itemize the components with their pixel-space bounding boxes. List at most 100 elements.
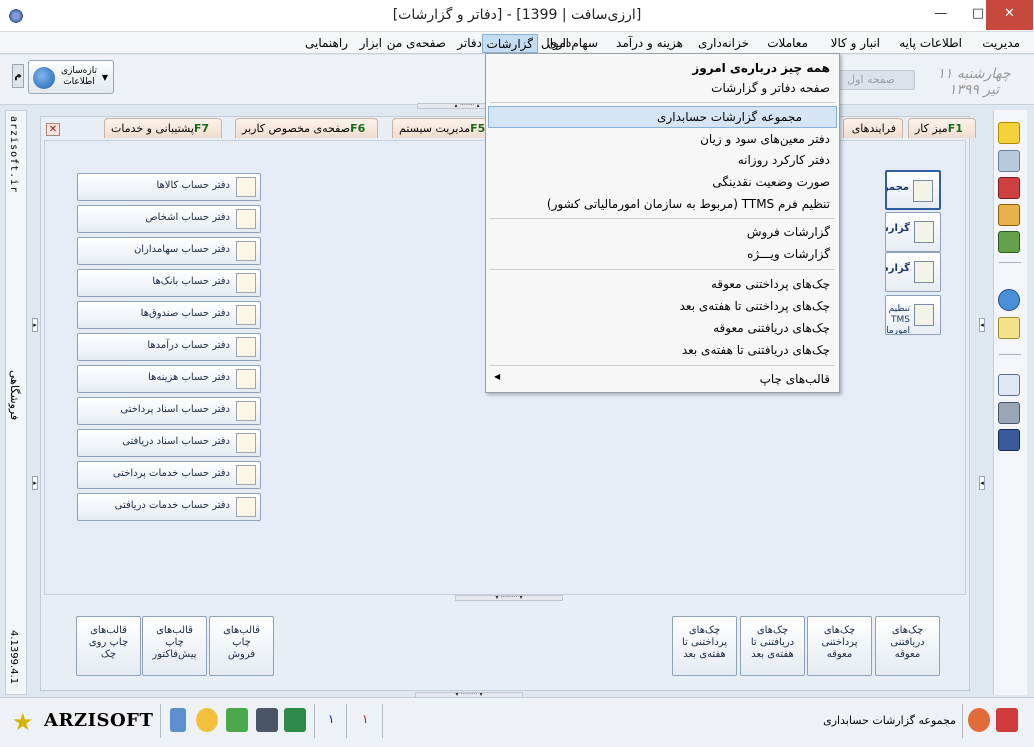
- menu-item-payable-cheques-overdue[interactable]: چک‌های پرداختنی معوقه: [516, 274, 836, 296]
- menu-my-page[interactable]: صفحه‌ی من: [383, 34, 450, 53]
- save-icon[interactable]: [998, 429, 1020, 451]
- close-button[interactable]: ✕: [986, 0, 1033, 30]
- box-icon[interactable]: [998, 177, 1020, 199]
- special-reports-button[interactable]: گزارشات وی: [885, 252, 941, 292]
- status-separator-2: [314, 704, 315, 738]
- add-person-icon[interactable]: [998, 150, 1020, 172]
- tab-desktop[interactable]: F1میز کار: [908, 118, 976, 138]
- m-button[interactable]: م: [12, 64, 24, 88]
- ledger-goods-button[interactable]: دفتر حساب کالاها: [77, 173, 261, 201]
- ledger-shareholders-label: دفتر حساب سهامداران: [133, 244, 230, 255]
- clock-icon[interactable]: [196, 708, 218, 732]
- right-collapse-arrow[interactable]: ◂: [979, 318, 985, 332]
- ledger-received-services-button[interactable]: دفتر حساب خدمات دریافتی: [77, 493, 261, 521]
- payable-cheques-overdue-button[interactable]: چک‌های پرداختنی معوقه: [807, 616, 872, 676]
- first-page-button[interactable]: صفحه اول: [827, 70, 915, 90]
- sync-icon: [33, 67, 55, 89]
- reports-dropdown-menu: همه چیز درباره‌ی امروز صفحه دفاتر و گزار…: [485, 53, 840, 393]
- tab-support[interactable]: F7پشتیبانی و خدمات: [104, 118, 223, 138]
- tms-form-label: تنظیم فرم TMS امورمالیاتی کش: [886, 304, 910, 335]
- flower-icon[interactable]: [968, 708, 990, 732]
- notebook-icon[interactable]: [226, 708, 248, 732]
- menu-help[interactable]: راهنمایی: [301, 34, 352, 53]
- right-collapse-arrow-bottom[interactable]: ◂: [979, 476, 985, 490]
- ledger-incomes-button[interactable]: دفتر حساب درآمدها: [77, 333, 261, 361]
- menu-item-special-reports[interactable]: گزارشات ویـــژه: [516, 244, 836, 266]
- menu-transactions[interactable]: معاملات: [763, 34, 812, 53]
- brand-logo: ARZISOFT: [44, 710, 154, 731]
- right-toolbar-separator-2: [999, 354, 1021, 355]
- menu-item-ttms-form[interactable]: تنظیم فرم TTMS (مربوط به سازمان امورمالی…: [516, 194, 836, 216]
- tab-close-icon[interactable]: ✕: [46, 123, 60, 136]
- menu-item-received-cheques-next-week[interactable]: چک‌های دریافتنی تا هفته‌ی بعد: [516, 340, 836, 362]
- menu-item-all-about-today[interactable]: همه چیز درباره‌ی امروز: [516, 58, 836, 80]
- sales-print-templates-button[interactable]: قالب‌های چاپ فروش: [209, 616, 274, 676]
- date-display: چهارشنبه ۱۱ تیر ۱۳۹۹: [937, 66, 1011, 98]
- clock-icon[interactable]: [998, 289, 1020, 311]
- menu-cost-income[interactable]: هزینه و درآمد: [612, 34, 687, 53]
- money-icon[interactable]: [998, 204, 1020, 226]
- menu-item-print-templates[interactable]: قالب‌های چاپ: [516, 369, 836, 391]
- menu-management[interactable]: مدیریت: [978, 34, 1024, 53]
- menu-ledgers[interactable]: دفاتر: [453, 34, 486, 53]
- report-icon: [913, 180, 933, 202]
- calculator-icon[interactable]: [170, 708, 186, 732]
- ledger-paid-services-button[interactable]: دفتر حساب خدمات پرداختی: [77, 461, 261, 489]
- menu-treasury[interactable]: خزانه‌داری: [694, 34, 753, 53]
- menu-reports[interactable]: گزارشات: [481, 34, 538, 53]
- ledger-receivable-docs-button[interactable]: دفتر حساب اسناد دریافتی: [77, 429, 261, 457]
- income-icon: [236, 337, 256, 357]
- minimize-button[interactable]: —: [923, 0, 959, 30]
- stack-icon[interactable]: [256, 708, 278, 732]
- splitter-grip-middle[interactable]: ▾ ········· ▾: [455, 595, 563, 601]
- menu-item-profit-loss-ledger[interactable]: دفتر معین‌های سود و زیان: [516, 129, 836, 151]
- menu-item-liquidity-statement[interactable]: صورت وضعیت نقدینگی: [516, 172, 836, 194]
- accounting-reports-label: مجموعه گزا: [887, 182, 909, 193]
- menu-tools[interactable]: ابزار: [356, 34, 386, 53]
- ledger-banks-button[interactable]: دفتر حساب بانک‌ها: [77, 269, 261, 297]
- sync-button[interactable]: تازه‌سازی اطلاعات ▼: [28, 60, 114, 94]
- cheque-print-templates-button[interactable]: قالب‌های چاپ روی چک: [76, 616, 141, 676]
- sales-reports-button[interactable]: گزارشات فر: [885, 212, 941, 252]
- ledger-expenses-button[interactable]: دفتر حساب هزینه‌ها: [77, 365, 261, 393]
- menu-item-payable-cheques-next-week[interactable]: چک‌های پرداختنی تا هفته‌ی بعد: [516, 296, 836, 318]
- menu-item-daily-ledger[interactable]: دفتر کارکرد روزانه: [516, 150, 836, 172]
- menu-inventory[interactable]: انبار و کالا: [827, 34, 884, 53]
- handshake-icon[interactable]: [998, 231, 1020, 253]
- tab-user-page[interactable]: F6صفحه‌ی مخصوص کاربر: [235, 118, 379, 138]
- received-cheques-next-week-button[interactable]: چک‌های دریافتنی تا هفته‌ی بعد: [740, 616, 805, 676]
- status-separator-4: [382, 704, 383, 738]
- ledger-cashboxes-button[interactable]: دفتر حساب صندوق‌ها: [77, 301, 261, 329]
- note-icon[interactable]: [998, 317, 1020, 339]
- settings-icon[interactable]: [998, 402, 1020, 424]
- chevron-down-icon[interactable]: ▼: [102, 73, 108, 82]
- left-collapse-arrow-bottom[interactable]: ▸: [32, 476, 38, 490]
- ledger-payable-docs-button[interactable]: دفتر حساب اسناد پرداختی: [77, 397, 261, 425]
- payable-cheques-next-week-button[interactable]: چک‌های پرداختنی تا هفته‌ی بعد: [672, 616, 737, 676]
- status-separator-5: [962, 704, 963, 738]
- menu-item-ledgers-page[interactable]: صفحه دفاتر و گزارشات: [516, 78, 836, 100]
- tms-form-button[interactable]: تنظیم فرم TMS امورمالیاتی کش: [885, 295, 941, 335]
- proforma-print-templates-button[interactable]: قالب‌های چاپ پیش‌فاکتور: [142, 616, 207, 676]
- menu-bar: مدیریت اطلاعات پایه انبار و کالا معاملات…: [0, 32, 1034, 54]
- menu-item-accounting-reports[interactable]: مجموعه گزارشات حسابداری: [488, 106, 837, 128]
- accounting-reports-button[interactable]: مجموعه گزا: [885, 170, 941, 210]
- site-url: arzisoft.ir: [8, 116, 19, 194]
- tab-processes[interactable]: فرایندهای: [843, 118, 903, 138]
- ledger-received-services-label: دفتر حساب خدمات دریافتی: [114, 500, 230, 511]
- cash-icon[interactable]: [998, 122, 1020, 144]
- menu-item-sales-reports[interactable]: گزارشات فروش: [516, 222, 836, 244]
- tab-desktop-label: میز کار: [915, 122, 948, 135]
- monitor-icon[interactable]: [284, 708, 306, 732]
- left-collapse-arrow[interactable]: ▸: [32, 318, 38, 332]
- ledger-persons-button[interactable]: دفتر حساب اشخاص: [77, 205, 261, 233]
- menu-separator-3: [490, 269, 835, 270]
- ledger-shareholders-button[interactable]: دفتر حساب سهامداران: [77, 237, 261, 265]
- menu-assets[interactable]: اموال: [537, 34, 573, 53]
- tab-system-management[interactable]: F5مدیریت سیستم: [392, 118, 499, 138]
- chart-icon[interactable]: [998, 374, 1020, 396]
- menu-base-info[interactable]: اطلاعات پایه: [895, 34, 966, 53]
- menu-item-received-cheques-overdue[interactable]: چک‌های دریافتنی معوقه: [516, 318, 836, 340]
- received-cheques-overdue-button[interactable]: چک‌های دریافتنی معوقه: [875, 616, 940, 676]
- shutdown-icon[interactable]: [996, 708, 1018, 732]
